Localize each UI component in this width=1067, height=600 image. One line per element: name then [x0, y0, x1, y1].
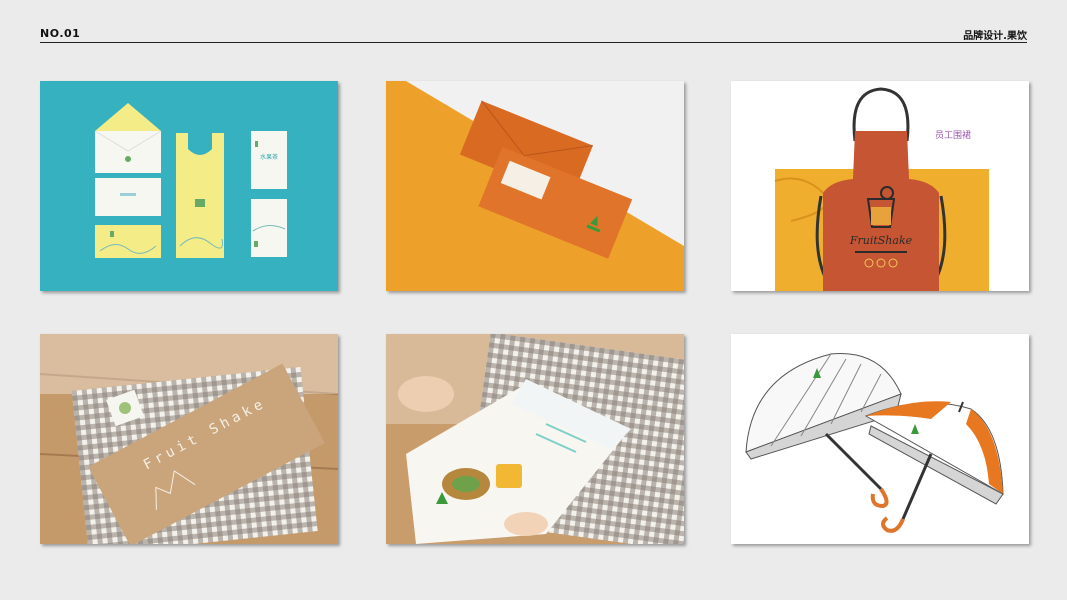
paper-bag-mockup: Fruit Shake [40, 334, 338, 544]
apron-mockup: FruitShake 员工围裙 [731, 81, 1029, 291]
page-number: NO.01 [40, 27, 81, 40]
svg-text:水果茶: 水果茶 [260, 153, 278, 161]
yellow-card [95, 225, 161, 258]
envelope-closed [95, 178, 161, 216]
apron-brand-text: FruitShake [849, 234, 913, 247]
apron-caption: 员工围裙 [935, 129, 971, 141]
page-title: 品牌设计.果饮 [963, 31, 1027, 42]
header-divider [40, 42, 1027, 43]
stationery-mockup: 水果茶 [40, 81, 338, 291]
orange-envelope-mockup [386, 81, 684, 291]
booklet-mockup [386, 334, 684, 544]
umbrella-mockup [731, 334, 1029, 544]
